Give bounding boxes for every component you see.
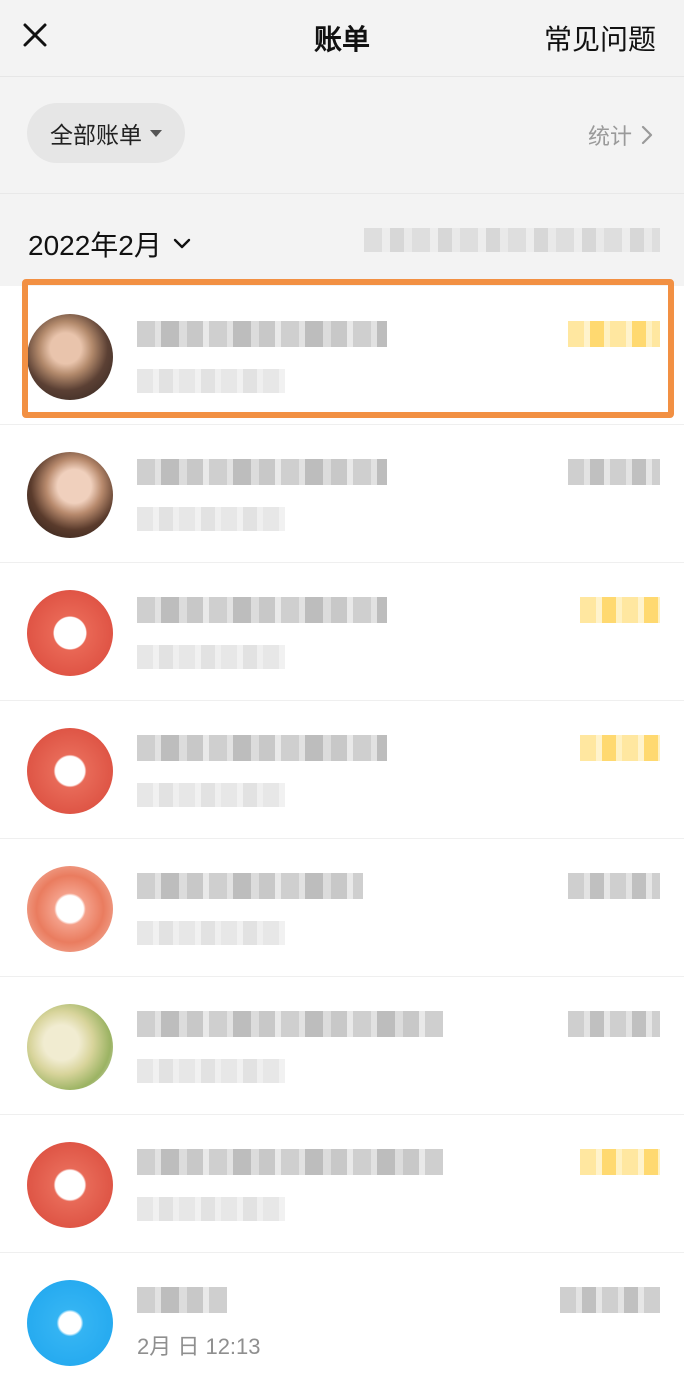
transaction-row[interactable] [0,287,684,425]
transaction-title-redacted [137,1011,443,1037]
transaction-time-redacted [137,645,285,669]
close-icon [23,23,47,47]
transaction-title-redacted [137,597,387,623]
month-selector[interactable]: 2022年2月 [28,224,192,264]
avatar [27,1142,113,1228]
stats-label: 统计 [587,124,632,149]
transaction-amount-redacted [580,1149,660,1175]
month-label: 2022年2月 [28,230,162,261]
transaction-row[interactable] [0,563,684,701]
transaction-title-redacted [137,1287,227,1313]
transaction-amount-redacted [568,873,660,899]
transaction-row[interactable] [0,839,684,977]
avatar [27,1004,113,1090]
transaction-row[interactable] [0,701,684,839]
transaction-title-redacted [137,459,387,485]
avatar [27,452,113,538]
transaction-title-redacted [137,735,387,761]
chevron-right-icon [641,125,653,145]
avatar [27,1280,113,1366]
transaction-row[interactable] [0,425,684,563]
transaction-time-redacted [137,1059,285,1083]
transaction-amount-redacted [568,459,660,485]
transaction-amount-redacted [560,1287,660,1313]
transaction-title-redacted [137,873,363,899]
transaction-time-redacted [137,507,285,531]
transaction-time-redacted [137,783,285,807]
transaction-row[interactable] [0,977,684,1115]
transaction-amount-redacted [568,1011,660,1037]
stats-link[interactable]: 统计 [588,119,654,151]
avatar [27,314,113,400]
bill-type-filter-label: 全部账单 [50,122,142,148]
month-summary-redacted [364,228,660,252]
transaction-time-redacted [137,1197,285,1221]
transaction-amount-redacted [580,597,660,623]
chevron-down-icon [173,238,191,249]
transaction-time-redacted [137,921,285,945]
avatar [27,866,113,952]
transaction-title-redacted [137,1149,443,1175]
filter-bar: 全部账单 统计 [0,77,684,194]
bill-type-filter[interactable]: 全部账单 [27,103,185,163]
transaction-list: 2月 日 12:13 [0,287,684,1390]
avatar [27,590,113,676]
top-navigation-bar: 账单 常见问题 [0,0,684,77]
transaction-title-redacted [137,321,387,347]
transaction-amount-redacted [568,321,660,347]
month-header: 2022年2月 [0,194,684,286]
transaction-time: 2月 日 12:13 [137,1334,261,1359]
transaction-time-redacted [137,369,285,393]
close-button[interactable] [18,18,52,52]
transaction-row[interactable]: 2月 日 12:13 [0,1253,684,1390]
avatar [27,728,113,814]
transaction-amount-redacted [580,735,660,761]
transaction-row[interactable] [0,1115,684,1253]
faq-link[interactable]: 常见问题 [544,18,656,58]
caret-down-icon [150,129,162,137]
